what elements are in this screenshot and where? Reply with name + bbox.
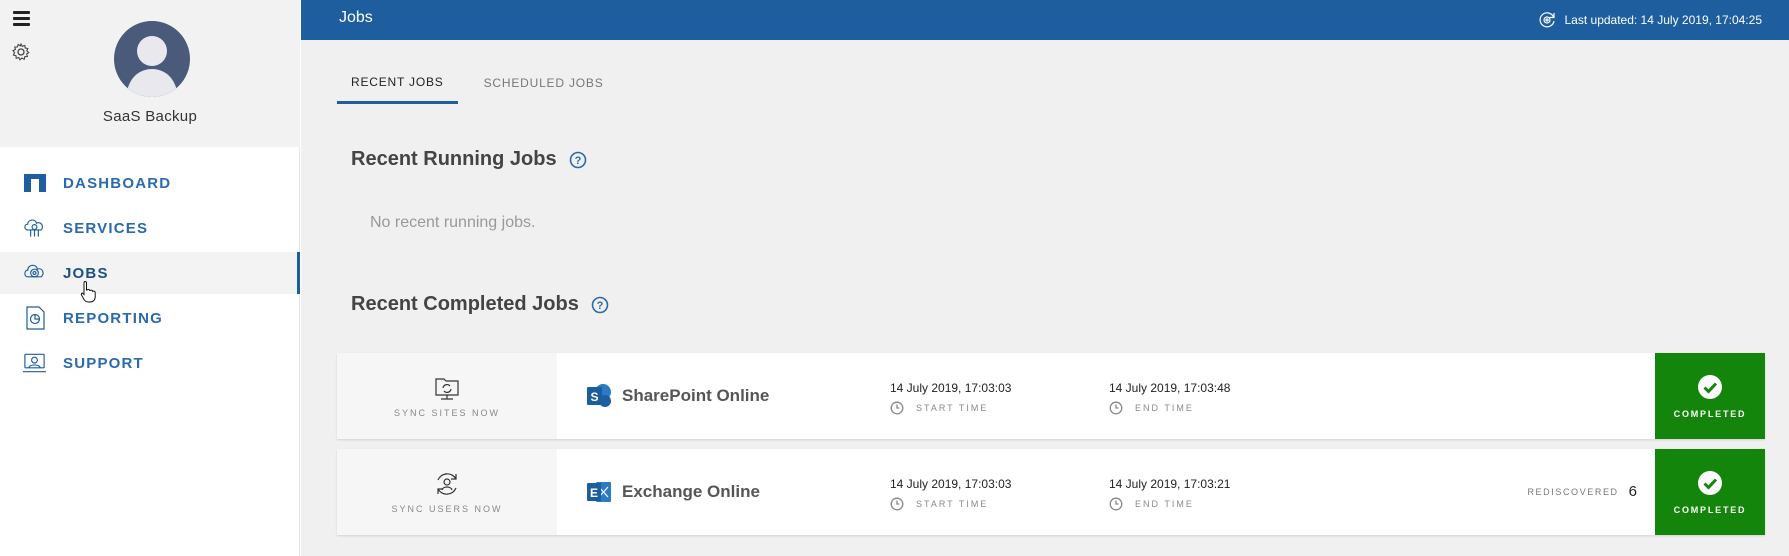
last-updated-text: Last updated: 14 July 2019, 17:04:25	[1564, 13, 1763, 27]
sync-sites-button[interactable]: SYNC SITES NOW	[337, 353, 557, 439]
dashboard-icon	[22, 171, 47, 196]
help-icon[interactable]: ?	[569, 151, 587, 169]
check-circle-icon	[1698, 374, 1722, 399]
clock-icon	[1109, 401, 1123, 415]
rediscovered-label: REDISCOVERED	[1527, 486, 1619, 497]
start-time-block: 14 July 2019, 17:03:03 START TIME	[890, 477, 1011, 511]
svg-text:S: S	[590, 390, 598, 404]
jobs-icon	[22, 261, 47, 286]
service-name: Exchange Online	[622, 482, 760, 501]
start-time-label: START TIME	[916, 499, 989, 509]
end-time-value: 14 July 2019, 17:03:21	[1109, 477, 1231, 491]
gear-icon[interactable]	[11, 42, 31, 62]
status-text: COMPLETED	[1673, 504, 1747, 515]
end-time-label-row: END TIME	[1109, 497, 1230, 511]
svg-text:?: ?	[574, 155, 581, 167]
exchange-icon: E	[587, 482, 611, 502]
job-card-sharepoint: SYNC SITES NOW S SharePoint Online 14 Ju…	[337, 353, 1765, 439]
reporting-icon	[22, 306, 47, 331]
org-name: SaaS Backup	[102, 108, 198, 125]
start-time-value: 14 July 2019, 17:03:03	[890, 381, 1012, 395]
page-title: Jobs	[339, 9, 373, 26]
sidebar-item-label: DASHBOARD	[63, 174, 172, 192]
end-time-label: END TIME	[1135, 499, 1194, 509]
sidebar-profile: SaaS Backup	[0, 0, 300, 147]
sync-users-icon	[437, 473, 457, 495]
sync-sites-icon	[435, 378, 459, 400]
refresh-icon[interactable]	[1537, 10, 1557, 30]
clock-icon	[1109, 497, 1123, 511]
sidebar-item-services[interactable]: SERVICES	[0, 207, 300, 249]
avatar	[114, 21, 190, 97]
empty-running-message: No recent running jobs.	[370, 214, 536, 231]
clock-icon	[890, 497, 904, 511]
tab-recent-jobs[interactable]: RECENT JOBS	[337, 62, 458, 104]
sidebar-item-reporting[interactable]: REPORTING	[0, 297, 300, 339]
start-time-label: START TIME	[916, 403, 989, 413]
start-time-label-row: START TIME	[890, 401, 1011, 415]
last-updated: Last updated: 14 July 2019, 17:04:25	[1537, 10, 1763, 30]
sharepoint-icon: S	[587, 384, 611, 407]
clock-icon	[890, 401, 904, 415]
sidebar-item-label: SUPPORT	[63, 354, 144, 372]
sync-label: SYNC USERS NOW	[391, 504, 503, 514]
running-jobs-title: Recent Running Jobs	[351, 148, 557, 170]
service-sharepoint: S SharePoint Online	[585, 382, 769, 410]
service-exchange: E Exchange Online	[585, 478, 760, 506]
sidebar-item-label: REPORTING	[63, 309, 163, 327]
check-circle-icon	[1698, 470, 1722, 495]
help-icon[interactable]: ?	[591, 296, 609, 314]
end-time-label: END TIME	[1135, 403, 1194, 413]
sidebar-nav: DASHBOARD SERVICES JOBS REPORTING SUPPOR…	[0, 162, 300, 387]
completed-jobs-heading: Recent Completed Jobs ?	[351, 293, 609, 316]
end-time-block: 14 July 2019, 17:03:48 END TIME	[1109, 381, 1230, 415]
sidebar: SaaS Backup DASHBOARD SERVICES JOBS REPO…	[0, 0, 300, 556]
running-jobs-heading: Recent Running Jobs ?	[351, 148, 587, 171]
tab-scheduled-jobs[interactable]: SCHEDULED JOBS	[470, 62, 618, 104]
start-time-value: 14 July 2019, 17:03:03	[890, 477, 1012, 491]
svg-text:E: E	[590, 486, 598, 500]
sidebar-item-support[interactable]: SUPPORT	[0, 342, 300, 384]
status-badge: COMPLETED	[1655, 353, 1765, 439]
menu-icon[interactable]	[13, 11, 30, 26]
start-time-block: 14 July 2019, 17:03:03 START TIME	[890, 381, 1011, 415]
support-icon	[22, 351, 47, 376]
completed-jobs-title: Recent Completed Jobs	[351, 293, 579, 315]
sync-label: SYNC SITES NOW	[393, 408, 500, 418]
sidebar-item-label: JOBS	[63, 264, 109, 282]
sidebar-item-jobs[interactable]: JOBS	[0, 252, 300, 294]
svg-text:?: ?	[596, 300, 603, 312]
status-badge: COMPLETED	[1655, 449, 1765, 535]
services-icon	[22, 216, 47, 241]
pointer-cursor-icon	[80, 280, 96, 303]
sync-users-button[interactable]: SYNC USERS NOW	[337, 449, 557, 535]
sidebar-item-label: SERVICES	[63, 219, 149, 237]
end-time-label-row: END TIME	[1109, 401, 1230, 415]
job-tabs: RECENT JOBS SCHEDULED JOBS	[337, 62, 630, 104]
end-time-value: 14 July 2019, 17:03:48	[1109, 381, 1231, 395]
job-card-exchange: SYNC USERS NOW E Exchange Online 14 July…	[337, 449, 1765, 535]
status-text: COMPLETED	[1673, 408, 1747, 419]
rediscovered-value: 6	[1628, 483, 1637, 500]
main-content: RECENT JOBS SCHEDULED JOBS Recent Runnin…	[301, 40, 1789, 556]
rediscovered-count: REDISCOVERED 6	[1527, 483, 1637, 500]
sidebar-item-dashboard[interactable]: DASHBOARD	[0, 162, 300, 204]
start-time-label-row: START TIME	[890, 497, 1011, 511]
service-name: SharePoint Online	[622, 386, 770, 405]
top-bar: Jobs Last updated: 14 July 2019, 17:04:2…	[301, 0, 1789, 40]
end-time-block: 14 July 2019, 17:03:21 END TIME	[1109, 477, 1230, 511]
